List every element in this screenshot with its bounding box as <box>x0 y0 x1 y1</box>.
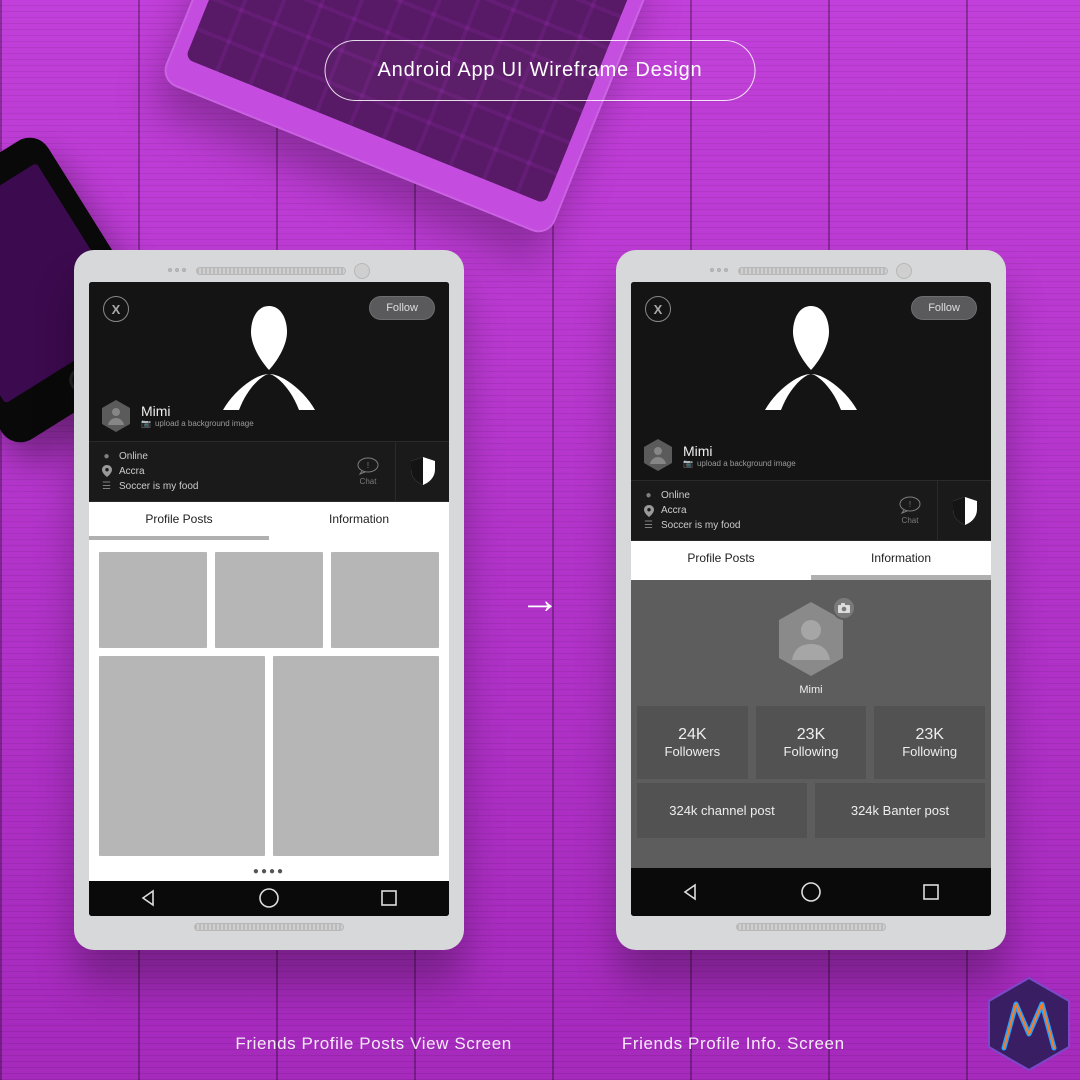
tab-profile-posts[interactable]: Profile Posts <box>89 502 269 536</box>
bio-icon: ☰ <box>101 481 112 492</box>
tab-information[interactable]: Information <box>811 541 991 575</box>
profile-hero-icon <box>221 300 317 410</box>
nav-recent-button[interactable] <box>377 886 401 910</box>
online-status: Online <box>119 451 148 462</box>
follow-button[interactable]: Follow <box>369 296 435 320</box>
online-dot-icon: ● <box>101 451 112 462</box>
post-tile[interactable] <box>99 656 265 856</box>
online-status: Online <box>661 490 690 501</box>
post-tile[interactable] <box>273 656 439 856</box>
shield-button[interactable] <box>937 481 991 540</box>
follow-button[interactable]: Follow <box>911 296 977 320</box>
tab-profile-posts[interactable]: Profile Posts <box>631 541 811 575</box>
nav-home-button[interactable] <box>799 880 823 904</box>
nav-back-button[interactable] <box>137 886 161 910</box>
stat-following-2[interactable]: 23KFollowing <box>874 706 985 779</box>
shield-button[interactable] <box>395 442 449 501</box>
nav-back-button[interactable] <box>679 880 703 904</box>
caption-left: Friends Profile Posts View Screen <box>235 1034 512 1054</box>
svg-text:!: ! <box>909 500 911 509</box>
bio: Soccer is my food <box>661 520 740 531</box>
upload-hint[interactable]: upload a background image <box>155 419 254 428</box>
page-title: Android App UI Wireframe Design <box>325 40 756 101</box>
bio: Soccer is my food <box>119 481 198 492</box>
front-camera-icon <box>896 263 912 279</box>
chat-label: Chat <box>360 477 377 486</box>
profile-name: Mimi <box>683 443 796 459</box>
stat-following[interactable]: 23KFollowing <box>756 706 867 779</box>
chat-label: Chat <box>902 516 919 525</box>
stat-channel-posts[interactable]: 324k channel post <box>637 783 807 838</box>
svg-text:!: ! <box>367 461 369 470</box>
nav-recent-button[interactable] <box>919 880 943 904</box>
brand-logo-icon <box>984 974 1074 1074</box>
earpiece <box>196 267 346 275</box>
posts-grid <box>99 552 439 856</box>
location-pin-icon <box>101 466 112 477</box>
stat-followers[interactable]: 24KFollowers <box>637 706 748 779</box>
sensor-dots <box>710 268 730 274</box>
device-info-view: X Follow Mimi 📷 upload a background imag… <box>616 250 1006 950</box>
online-dot-icon: ● <box>643 490 654 501</box>
speaker <box>194 923 344 931</box>
avatar-icon <box>101 399 131 433</box>
close-button[interactable]: X <box>645 296 671 322</box>
front-camera-icon <box>354 263 370 279</box>
profile-hero-icon <box>763 300 859 410</box>
upload-hint[interactable]: upload a background image <box>697 459 796 468</box>
sensor-dots <box>168 268 188 274</box>
shield-icon <box>410 456 436 486</box>
avatar-icon <box>643 438 673 472</box>
info-avatar-icon <box>776 600 846 678</box>
tab-information[interactable]: Information <box>269 502 449 536</box>
post-tile[interactable] <box>215 552 323 648</box>
device-posts-view: X Follow Mimi 📷 upload a background imag… <box>74 250 464 950</box>
location: Accra <box>119 466 145 477</box>
info-name: Mimi <box>799 684 822 696</box>
nav-home-button[interactable] <box>257 886 281 910</box>
chat-button[interactable]: ! Chat <box>341 442 395 501</box>
chat-icon: ! <box>899 496 921 514</box>
chat-button[interactable]: ! Chat <box>883 481 937 540</box>
camera-icon <box>838 603 850 613</box>
post-tile[interactable] <box>331 552 439 648</box>
caption-right: Friends Profile Info. Screen <box>622 1034 845 1054</box>
pager-dots[interactable]: ●●●● <box>99 856 439 877</box>
shield-icon <box>952 496 978 526</box>
speaker <box>736 923 886 931</box>
tab-bar: Profile Posts Information <box>631 541 991 575</box>
tab-bar: Profile Posts Information <box>89 502 449 536</box>
camera-icon: 📷 <box>683 459 693 468</box>
location: Accra <box>661 505 687 516</box>
location-pin-icon <box>643 505 654 516</box>
earpiece <box>738 267 888 275</box>
chat-icon: ! <box>357 457 379 475</box>
arrow-icon: → <box>520 578 560 623</box>
post-tile[interactable] <box>99 552 207 648</box>
bio-icon: ☰ <box>643 520 654 531</box>
close-button[interactable]: X <box>103 296 129 322</box>
stat-banter-posts[interactable]: 324k Banter post <box>815 783 985 838</box>
edit-avatar-button[interactable] <box>832 596 856 620</box>
camera-icon: 📷 <box>141 419 151 428</box>
